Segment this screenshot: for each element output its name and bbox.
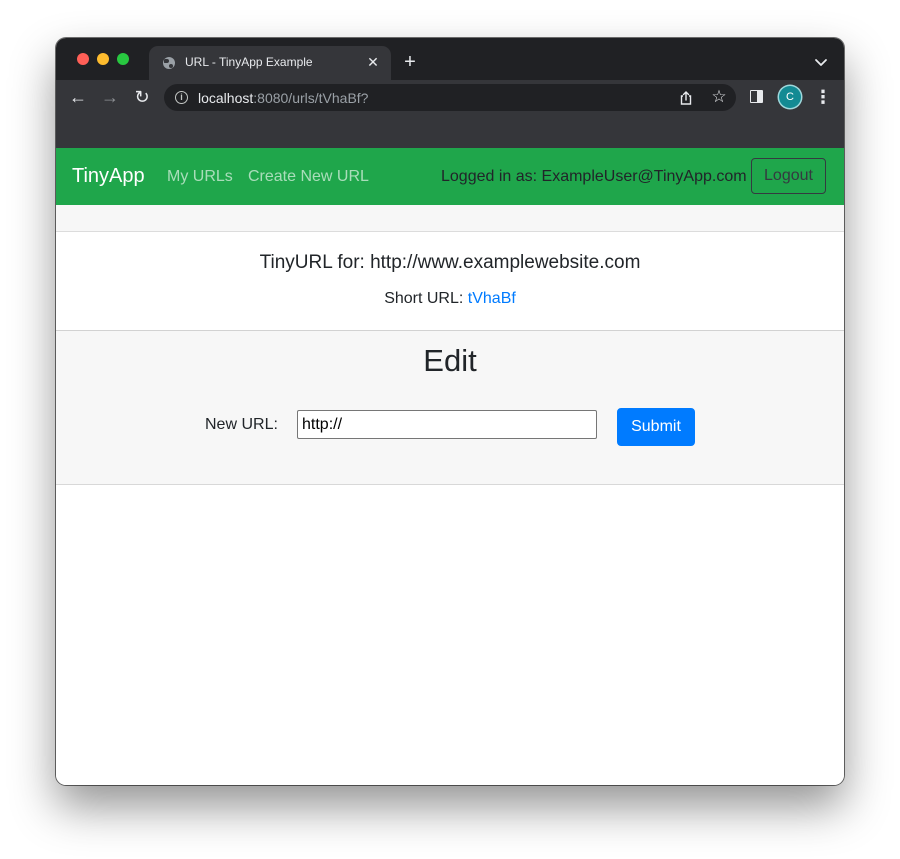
url-info-card: TinyURL for: http://www.examplewebsite.c… <box>56 232 844 331</box>
url-host: localhost <box>198 90 254 106</box>
new-url-label: New URL: <box>205 416 278 433</box>
brand-link[interactable]: TinyApp <box>72 165 145 188</box>
globe-icon <box>163 57 175 69</box>
profile-avatar[interactable]: C <box>779 86 801 108</box>
forward-arrow-icon[interactable]: → <box>97 84 123 110</box>
minimize-window-button[interactable] <box>97 53 109 65</box>
tab-strip: URL - TinyApp Example ✕ + <box>56 38 844 80</box>
url-text[interactable]: localhost:8080/urls/tVhaBf? <box>198 90 368 106</box>
bookmarks-bar <box>56 114 844 148</box>
logged-in-text: Logged in as: ExampleUser@TinyApp.com <box>441 168 747 185</box>
tab-title: URL - TinyApp Example <box>185 55 313 69</box>
share-icon[interactable] <box>678 90 694 106</box>
kebab-menu-icon[interactable]: ⋮ <box>814 85 832 109</box>
card-title: TinyURL for: http://www.examplewebsite.c… <box>259 252 641 273</box>
short-url-link[interactable]: tVhaBf <box>468 290 516 307</box>
edit-card: Edit New URL: Submit <box>56 331 844 485</box>
address-bar[interactable]: i localhost:8080/urls/tVhaBf? ☆ <box>164 84 736 111</box>
close-window-button[interactable] <box>77 53 89 65</box>
short-url-line: Short URL: tVhaBf <box>56 290 844 308</box>
submit-button[interactable]: Submit <box>617 408 695 446</box>
new-url-input[interactable] <box>297 410 597 439</box>
reload-icon[interactable]: ↻ <box>129 84 155 110</box>
active-tab[interactable]: URL - TinyApp Example ✕ <box>149 46 391 80</box>
back-arrow-icon[interactable]: ← <box>65 84 91 110</box>
edit-heading: Edit <box>423 343 477 378</box>
star-icon[interactable]: ☆ <box>709 86 729 108</box>
new-tab-button[interactable]: + <box>399 51 421 73</box>
url-path: :8080/urls/tVhaBf? <box>253 90 369 106</box>
page-spacer <box>56 205 844 232</box>
browser-toolbar: ← → ↻ i localhost:8080/urls/tVhaBf? ☆ C … <box>56 80 844 114</box>
maximize-window-button[interactable] <box>117 53 129 65</box>
navbar: TinyApp My URLs Create New URL Logged in… <box>56 148 844 205</box>
nav-link-create-new-url[interactable]: Create New URL <box>248 168 369 186</box>
chevron-down-icon[interactable] <box>813 54 829 70</box>
info-icon[interactable]: i <box>175 91 188 104</box>
page-content: TinyApp My URLs Create New URL Logged in… <box>56 148 844 785</box>
browser-window: URL - TinyApp Example ✕ + ← → ↻ i localh… <box>56 38 844 785</box>
side-panel-icon[interactable] <box>750 90 763 103</box>
nav-link-my-urls[interactable]: My URLs <box>167 168 233 186</box>
logout-button[interactable]: Logout <box>751 158 826 194</box>
close-icon[interactable]: ✕ <box>364 52 382 72</box>
short-url-label: Short URL: <box>384 290 468 307</box>
